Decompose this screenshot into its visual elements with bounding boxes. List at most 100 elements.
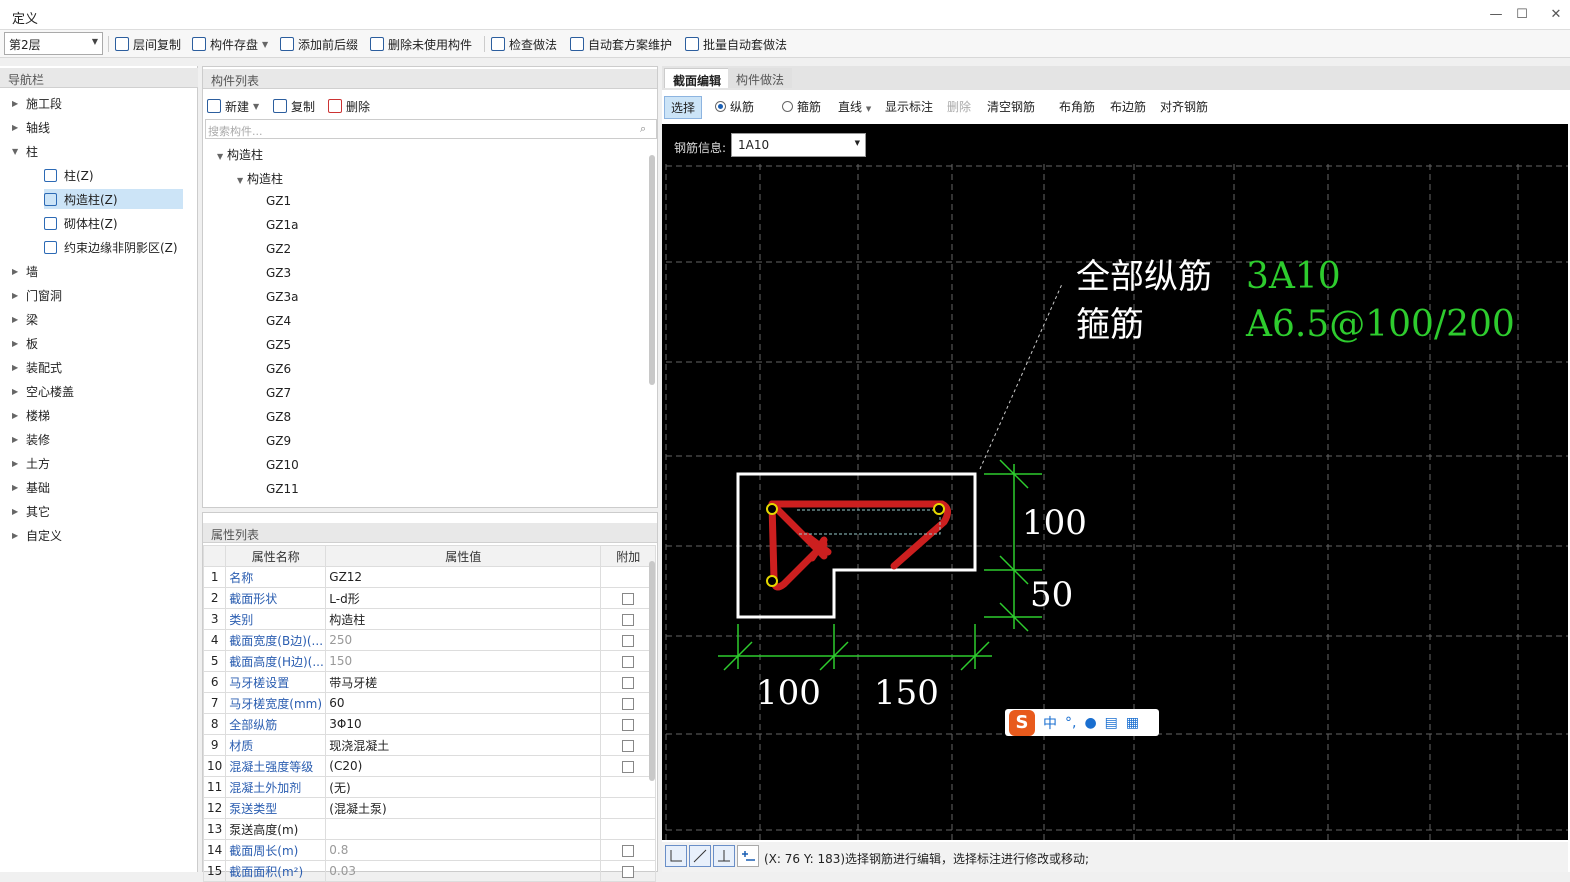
nav-item-construction-segment[interactable]: ▶ 施工段 — [12, 93, 62, 113]
add-checkbox[interactable] — [622, 634, 635, 647]
delete-unused-button[interactable]: 删除未使用构件 — [370, 35, 472, 53]
align-rebar-button[interactable]: 对齐钢筋 — [1160, 98, 1208, 115]
floor-select[interactable]: 第2层 ▼ — [4, 32, 103, 55]
snap-toggle[interactable] — [689, 845, 711, 867]
annotation-label-stirrup[interactable]: 箍筋 — [1076, 305, 1144, 345]
table-row[interactable]: 3 类别 构造柱 — [202, 608, 657, 630]
property-value[interactable]: 3Φ10 — [325, 713, 602, 735]
nav-item-custom[interactable]: ▶ 自定义 — [12, 525, 62, 545]
property-value[interactable]: (混凝土泵) — [325, 797, 602, 819]
ime-chinese-mode[interactable]: 中 — [1043, 713, 1057, 733]
add-checkbox[interactable] — [622, 718, 635, 731]
tab-component-method[interactable]: 构件做法 — [728, 68, 793, 88]
property-value[interactable]: 现浇混凝土 — [325, 734, 602, 756]
table-row[interactable]: 8 全部纵筋 3Φ10 — [202, 713, 657, 735]
show-annotation-button[interactable]: 显示标注 — [885, 98, 933, 115]
add-checkbox[interactable] — [622, 739, 635, 752]
scrollbar[interactable] — [649, 561, 655, 781]
add-prefix-suffix-button[interactable]: 添加前后缀 — [280, 35, 358, 53]
copy-button[interactable]: 复制 — [273, 97, 315, 115]
line-dropdown[interactable]: 直线 ▼ — [838, 98, 871, 115]
table-row[interactable]: 9 材质 现浇混凝土 — [202, 734, 657, 756]
tree-subgroup[interactable]: ▼ 构造柱 — [237, 170, 283, 190]
nav-item-prefab[interactable]: ▶ 装配式 — [12, 357, 62, 377]
delete-rebar-button[interactable]: 删除 — [947, 98, 971, 115]
ime-punct-mode[interactable]: °, — [1065, 715, 1076, 731]
keyboard-icon[interactable]: ▤ — [1105, 715, 1118, 731]
annotation-value-longitudinal[interactable]: 3A10 — [1246, 256, 1341, 297]
edge-rebar-button[interactable]: 布边筋 — [1110, 98, 1146, 115]
property-value[interactable]: 0.03 — [325, 860, 602, 882]
nav-item-boundary-zone[interactable]: 约束边缘非阴影区(Z) — [44, 237, 178, 257]
nav-item-hollow-floor[interactable]: ▶ 空心楼盖 — [12, 381, 74, 401]
property-value[interactable]: 150 — [325, 650, 602, 672]
list-item[interactable]: GZ1a — [266, 218, 299, 238]
dynamic-input-toggle[interactable] — [737, 845, 759, 867]
add-checkbox[interactable] — [622, 592, 635, 605]
add-checkbox[interactable] — [622, 613, 635, 626]
nav-item-foundation[interactable]: ▶ 基础 — [12, 477, 50, 497]
rebar-point[interactable] — [766, 503, 778, 515]
auto-scheme-button[interactable]: 自动套方案维护 — [570, 35, 672, 53]
table-row[interactable]: 7 马牙槎宽度(mm) 60 — [202, 692, 657, 714]
nav-item-axis[interactable]: ▶ 轴线 — [12, 117, 50, 137]
nav-item-structural-column[interactable]: 构造柱(Z) — [44, 189, 183, 209]
add-checkbox[interactable] — [622, 676, 635, 689]
add-checkbox[interactable] — [622, 697, 635, 710]
list-item[interactable]: GZ9 — [266, 434, 291, 454]
table-row[interactable]: 2 截面形状 L-d形 — [202, 587, 657, 609]
property-value[interactable]: 60 — [325, 692, 602, 714]
property-value[interactable]: GZ12 — [325, 566, 602, 588]
list-item[interactable]: GZ4 — [266, 314, 291, 334]
table-row[interactable]: 1 名称 GZ12 — [202, 566, 657, 588]
nav-item-stairs[interactable]: ▶ 楼梯 — [12, 405, 50, 425]
close-button[interactable]: ✕ — [1546, 6, 1566, 24]
property-value[interactable] — [325, 818, 602, 840]
list-item[interactable]: GZ1 — [266, 194, 291, 214]
list-item[interactable]: GZ3 — [266, 266, 291, 286]
perp-toggle[interactable] — [713, 845, 735, 867]
copy-between-floors-button[interactable]: 层间复制 — [115, 35, 181, 53]
list-item[interactable]: GZ10 — [266, 458, 299, 478]
property-value[interactable]: L-d形 — [325, 587, 602, 609]
table-row[interactable]: 12 泵送类型 (混凝土泵) — [202, 797, 657, 819]
tree-group[interactable]: ▼ 构造柱 — [217, 146, 263, 166]
tab-section-edit[interactable]: 截面编辑 — [664, 68, 731, 88]
table-row[interactable]: 10 混凝土强度等级 (C20) — [202, 755, 657, 777]
corner-rebar-button[interactable]: 布角筋 — [1059, 98, 1095, 115]
ortho-toggle[interactable] — [665, 845, 687, 867]
property-value[interactable]: 带马牙槎 — [325, 671, 602, 693]
ime-toolbar[interactable]: S 中 °, ● ▤ ▦ — [1005, 709, 1159, 736]
nav-item-earthwork[interactable]: ▶ 土方 — [12, 453, 50, 473]
search-input[interactable]: 搜索构件... — [205, 119, 657, 139]
property-value[interactable]: (C20) — [325, 755, 602, 777]
new-button[interactable]: 新建 ▼ — [207, 97, 259, 115]
dimension-height-1[interactable]: 100 — [1022, 503, 1087, 543]
search-icon[interactable]: ⌕ — [640, 122, 646, 136]
grid-icon[interactable]: ▦ — [1126, 715, 1139, 731]
list-item[interactable]: GZ8 — [266, 410, 291, 430]
rebar-point[interactable] — [933, 503, 945, 515]
check-method-button[interactable]: 检查做法 — [491, 35, 557, 53]
property-value[interactable]: 0.8 — [325, 839, 602, 861]
dimension-width-2[interactable]: 150 — [874, 673, 939, 713]
radio-stirrup[interactable]: 箍筋 — [782, 98, 821, 115]
add-checkbox[interactable] — [622, 760, 635, 773]
select-tool[interactable]: 选择 — [664, 96, 703, 119]
add-checkbox[interactable] — [622, 655, 635, 668]
table-row[interactable]: 15 截面面积(m²) 0.03 — [202, 860, 657, 882]
table-row[interactable]: 14 截面周长(m) 0.8 — [202, 839, 657, 861]
list-item[interactable]: GZ6 — [266, 362, 291, 382]
nav-item-other[interactable]: ▶ 其它 — [12, 501, 50, 521]
minimize-button[interactable]: — — [1486, 6, 1506, 24]
list-item[interactable]: GZ2 — [266, 242, 291, 262]
radio-long-rebar[interactable]: 纵筋 — [715, 98, 754, 115]
table-row[interactable]: 11 混凝土外加剂 (无) — [202, 776, 657, 798]
nav-item-masonry-column[interactable]: 砌体柱(Z) — [44, 213, 118, 233]
save-component-button[interactable]: 构件存盘 ▼ — [192, 35, 268, 53]
list-item[interactable]: GZ11 — [266, 482, 299, 502]
scrollbar[interactable] — [649, 155, 655, 385]
property-value[interactable]: 250 — [325, 629, 602, 651]
rebar-point[interactable] — [766, 575, 778, 587]
add-checkbox[interactable] — [622, 844, 635, 857]
